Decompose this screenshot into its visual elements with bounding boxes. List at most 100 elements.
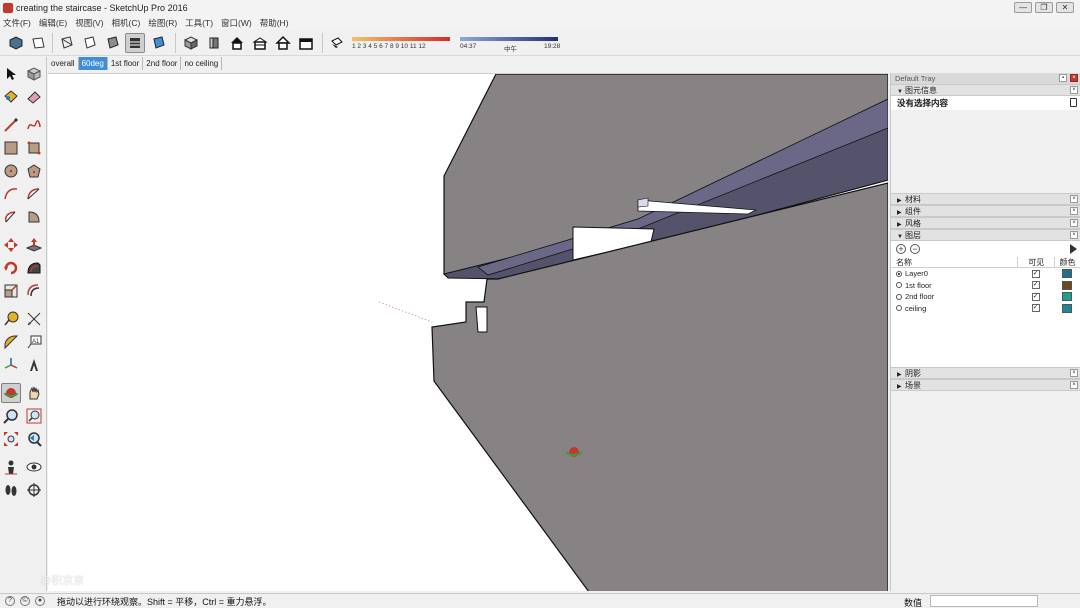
shaded-style-icon[interactable] (103, 33, 123, 53)
tab-2nd-floor[interactable]: 2nd floor (143, 57, 182, 70)
menu-tools[interactable]: 工具(T) (185, 17, 213, 29)
make-component-icon[interactable] (24, 64, 44, 84)
visible-checkbox[interactable]: ✓ (1031, 269, 1040, 278)
polygon-icon[interactable] (24, 161, 44, 181)
xray-style-icon[interactable] (57, 33, 77, 53)
front-view-icon[interactable] (204, 33, 224, 53)
panel-shadows[interactable]: ▶ 阴影 × (891, 367, 1080, 379)
layer-color-swatch[interactable] (1062, 303, 1073, 313)
pie-icon[interactable] (24, 207, 44, 227)
add-layer-button[interactable]: + (896, 244, 906, 254)
iso-view-icon[interactable] (6, 33, 26, 53)
col-color[interactable]: 颜色 (1054, 257, 1080, 267)
visible-checkbox[interactable]: ✓ (1031, 281, 1040, 290)
pin-icon[interactable]: ▪ (1059, 74, 1067, 82)
menu-window[interactable]: 窗口(W) (221, 17, 252, 29)
visible-checkbox[interactable]: ✓ (1031, 292, 1040, 301)
section-plane-icon[interactable] (24, 480, 44, 500)
restore-button[interactable]: ❐ (1035, 2, 1053, 13)
col-visible[interactable]: 可见 (1017, 257, 1054, 267)
shadow-time-slider[interactable]: 04:37 中午 19:28 (460, 34, 560, 54)
menu-help[interactable]: 帮助(H) (260, 17, 289, 29)
minimize-button[interactable]: — (1014, 2, 1032, 13)
menu-edit[interactable]: 编辑(E) (39, 17, 67, 29)
layer-row[interactable]: 1st floor ✓ (891, 279, 1080, 291)
protractor-icon[interactable] (1, 332, 21, 352)
left-view-icon[interactable] (296, 33, 316, 53)
paint-bucket-icon[interactable] (1, 87, 21, 107)
line-icon[interactable] (1, 115, 21, 135)
layer-details-arrow-icon[interactable] (1070, 244, 1077, 254)
tab-overall[interactable]: overall (48, 57, 79, 70)
components-icon[interactable] (181, 33, 201, 53)
menu-view[interactable]: 视图(V) (75, 17, 103, 29)
menu-draw[interactable]: 绘图(R) (148, 17, 177, 29)
layer-row[interactable]: ceiling ✓ (891, 302, 1080, 314)
orbit-icon[interactable] (1, 383, 21, 403)
tab-no-ceiling[interactable]: no ceiling (181, 57, 223, 70)
rotate-icon[interactable] (1, 258, 21, 278)
panel-close-icon[interactable]: × (1070, 231, 1078, 239)
tape-measure-icon[interactable] (1, 309, 21, 329)
lock-icon[interactable] (1070, 98, 1077, 107)
textured-style-icon[interactable] (149, 33, 169, 53)
active-layer-radio[interactable] (896, 282, 902, 289)
layer-name[interactable]: 1st floor (905, 281, 932, 290)
panel-materials[interactable]: ▶ 材料 × (891, 193, 1080, 205)
eraser-icon[interactable] (24, 87, 44, 107)
layer-name[interactable]: 2nd floor (905, 292, 934, 301)
tab-1st-floor[interactable]: 1st floor (107, 57, 144, 70)
close-button[interactable]: ✕ (1056, 2, 1074, 13)
offset-icon[interactable] (24, 281, 44, 301)
panel-components[interactable]: ▶ 组件 × (891, 205, 1080, 217)
layer-row[interactable]: 2nd floor ✓ (891, 291, 1080, 303)
three-point-arc-icon[interactable] (1, 207, 21, 227)
arc-icon[interactable] (1, 184, 21, 204)
layer-color-swatch[interactable] (1062, 292, 1073, 302)
zoom-icon[interactable] (1, 406, 21, 426)
circle-icon[interactable] (1, 161, 21, 181)
right-view-icon[interactable] (250, 33, 270, 53)
3d-text-icon[interactable] (24, 355, 44, 375)
user-icon[interactable]: ● (35, 596, 45, 606)
active-layer-radio[interactable] (896, 270, 902, 277)
credits-icon[interactable]: © (20, 596, 30, 606)
panel-close-icon[interactable]: × (1070, 381, 1078, 389)
panel-entity-info[interactable]: ▼ 图元信息 × (891, 84, 1080, 96)
tray-close-icon[interactable]: × (1070, 74, 1078, 82)
shadow-date-slider[interactable]: 1 2 3 4 5 6 7 8 9 10 11 12 (352, 34, 452, 54)
panel-close-icon[interactable]: × (1070, 195, 1078, 203)
menu-file[interactable]: 文件(F) (3, 17, 31, 29)
panel-close-icon[interactable]: × (1070, 369, 1078, 377)
measurements-input[interactable] (930, 595, 1038, 607)
shadows-toggle-icon[interactable] (327, 33, 347, 53)
panel-scenes[interactable]: ▶ 场景 × (891, 379, 1080, 391)
panel-close-icon[interactable]: × (1070, 86, 1078, 94)
home-icon[interactable] (227, 33, 247, 53)
active-layer-radio[interactable] (896, 293, 902, 300)
panel-layers[interactable]: ▼ 图层 × (891, 229, 1080, 241)
two-point-arc-icon[interactable] (24, 184, 44, 204)
visible-checkbox[interactable]: ✓ (1031, 304, 1040, 313)
position-camera-icon[interactable] (1, 457, 21, 477)
model-viewport[interactable] (48, 73, 888, 591)
col-name[interactable]: 名称 (891, 257, 1017, 267)
axes-icon[interactable] (1, 355, 21, 375)
text-icon[interactable]: A1 (24, 332, 44, 352)
zoom-window-icon[interactable] (24, 406, 44, 426)
tab-60deg[interactable]: 60deg (78, 57, 108, 70)
rectangle-icon[interactable] (1, 138, 21, 158)
dimension-icon[interactable] (24, 309, 44, 329)
hidden-line-style-icon[interactable] (125, 33, 145, 53)
panel-close-icon[interactable]: × (1070, 219, 1078, 227)
look-around-icon[interactable] (24, 457, 44, 477)
zoom-extents-icon[interactable] (1, 429, 21, 449)
wireframe-style-icon[interactable] (80, 33, 100, 53)
panel-styles[interactable]: ▶ 风格 × (891, 217, 1080, 229)
freehand-icon[interactable] (24, 115, 44, 135)
layer-row[interactable]: Layer0 ✓ (891, 268, 1080, 280)
menu-camera[interactable]: 相机(C) (112, 17, 141, 29)
previous-view-icon[interactable] (24, 429, 44, 449)
top-view-icon[interactable] (28, 33, 48, 53)
back-view-icon[interactable] (273, 33, 293, 53)
